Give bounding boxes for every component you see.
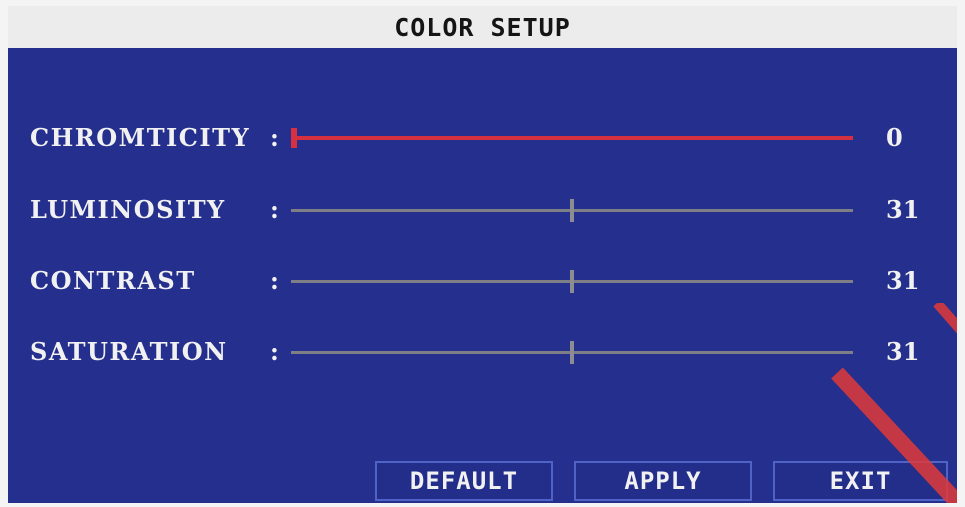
- dialog-title: COLOR SETUP: [394, 12, 571, 42]
- contrast-colon: :: [270, 266, 279, 295]
- contrast-row: CONTRAST : 31: [8, 261, 957, 301]
- title-bar: COLOR SETUP: [8, 6, 957, 48]
- default-button[interactable]: DEFAULT: [375, 461, 553, 501]
- luminosity-slider-thumb[interactable]: [570, 199, 574, 222]
- luminosity-row: LUMINOSITY : 31: [8, 190, 957, 230]
- contrast-value: 31: [886, 266, 920, 295]
- color-setup-dialog: COLOR SETUP CHROMTICITY : 0 LUMINOSITY :…: [8, 6, 957, 503]
- chromticity-row: CHROMTICITY : 0: [8, 118, 957, 158]
- apply-button[interactable]: APPLY: [574, 461, 752, 501]
- chromticity-label: CHROMTICITY: [30, 123, 251, 152]
- chromticity-slider[interactable]: [291, 128, 853, 148]
- saturation-colon: :: [270, 337, 279, 366]
- saturation-slider[interactable]: [291, 341, 853, 364]
- luminosity-slider[interactable]: [291, 199, 853, 222]
- saturation-row: SATURATION : 31: [8, 332, 957, 372]
- contrast-slider-thumb[interactable]: [570, 270, 574, 293]
- chromticity-slider-thumb[interactable]: [291, 128, 297, 148]
- exit-button[interactable]: EXIT: [773, 461, 948, 501]
- chromticity-value: 0: [886, 123, 903, 152]
- contrast-slider[interactable]: [291, 270, 853, 293]
- luminosity-label: LUMINOSITY: [30, 195, 226, 224]
- contrast-label: CONTRAST: [30, 266, 196, 295]
- luminosity-colon: :: [270, 195, 279, 224]
- saturation-value: 31: [886, 337, 920, 366]
- chromticity-colon: :: [270, 123, 279, 152]
- luminosity-value: 31: [886, 195, 920, 224]
- saturation-slider-thumb[interactable]: [570, 341, 574, 364]
- saturation-label: SATURATION: [30, 337, 228, 366]
